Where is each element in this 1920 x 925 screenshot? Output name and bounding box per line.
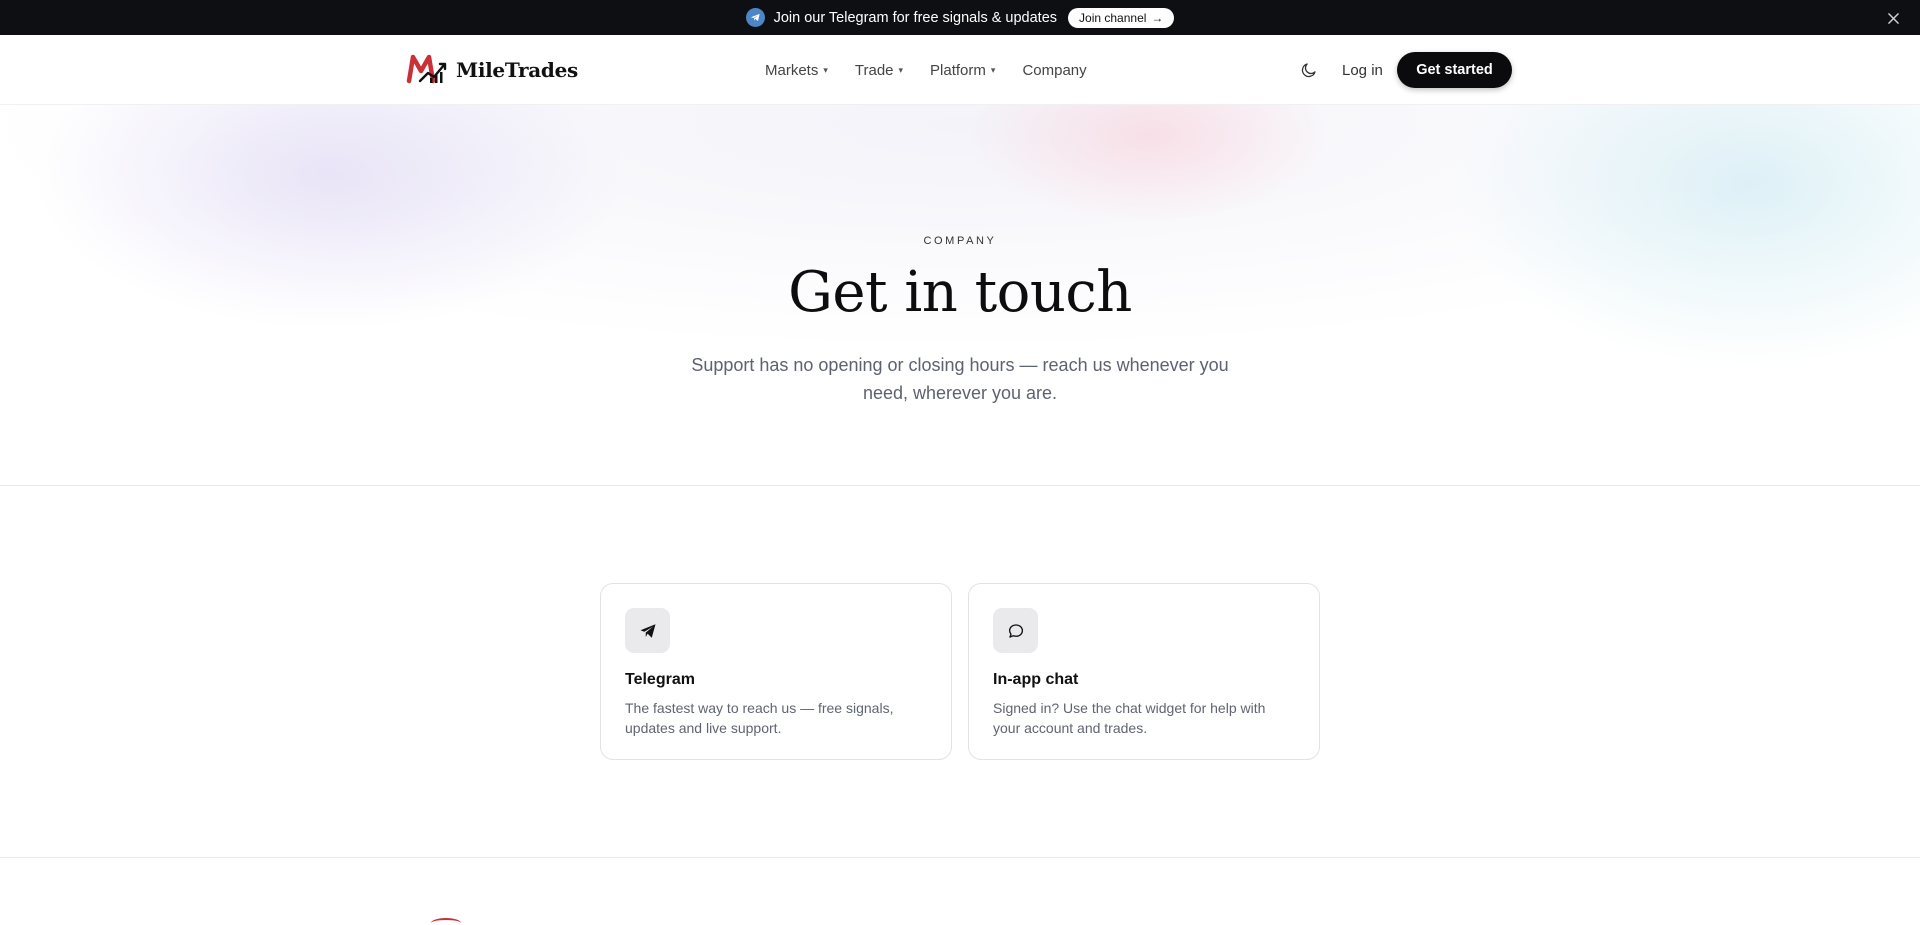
login-link[interactable]: Log in bbox=[1342, 35, 1383, 105]
join-channel-button[interactable]: Join channel → bbox=[1068, 7, 1175, 28]
card-title: Telegram bbox=[625, 671, 695, 688]
arrow-right-icon: → bbox=[1151, 10, 1164, 25]
join-channel-label: Join channel bbox=[1079, 10, 1147, 25]
telegram-icon bbox=[745, 8, 765, 27]
moon-icon[interactable] bbox=[1298, 59, 1320, 81]
brand-name: MileTrades bbox=[456, 58, 578, 82]
get-started-button[interactable]: Get started bbox=[1397, 52, 1512, 88]
nav-trade[interactable]: Trade ▾ bbox=[855, 62, 903, 79]
card-title: In-app chat bbox=[993, 671, 1079, 688]
chat-bubble-icon bbox=[993, 608, 1038, 653]
telegram-card[interactable]: Telegram The fastest way to reach us — f… bbox=[600, 583, 952, 760]
hero-subtitle: Support has no opening or closing hours … bbox=[691, 355, 1229, 403]
chevron-down-icon: ▾ bbox=[898, 64, 904, 75]
nav-markets-label: Markets bbox=[765, 61, 819, 79]
nav-company[interactable]: Company bbox=[1022, 62, 1086, 79]
card-description: Signed in? Use the chat widget for help … bbox=[993, 700, 1266, 736]
main-nav: Markets ▾ Trade ▾ Platform ▾ Company bbox=[765, 35, 1087, 105]
page-title: Get in touch bbox=[788, 260, 1132, 325]
nav-platform[interactable]: Platform ▾ bbox=[930, 62, 995, 79]
chevron-down-icon: ▾ bbox=[990, 64, 996, 75]
section-divider bbox=[0, 857, 1920, 858]
nav-trade-label: Trade bbox=[854, 61, 894, 79]
nav-platform-label: Platform bbox=[930, 61, 986, 79]
card-description: The fastest way to reach us — free signa… bbox=[625, 700, 894, 736]
footer-logo-icon bbox=[431, 918, 461, 925]
announcement-bar: Join our Telegram for free signals & upd… bbox=[0, 0, 1920, 35]
logo-mark-icon bbox=[406, 51, 448, 90]
close-icon[interactable] bbox=[1884, 9, 1902, 27]
nav-company-label: Company bbox=[1022, 61, 1087, 79]
site-header: MileTrades Markets ▾ Trade ▾ Platform ▾ … bbox=[0, 35, 1920, 105]
brand-logo[interactable]: MileTrades bbox=[406, 51, 578, 89]
contact-cards: Telegram The fastest way to reach us — f… bbox=[600, 583, 1320, 760]
announcement-text: Join our Telegram for free signals & upd… bbox=[773, 9, 1058, 26]
nav-markets[interactable]: Markets ▾ bbox=[765, 62, 828, 79]
hero-eyebrow: COMPANY bbox=[923, 235, 997, 247]
in-app-chat-card[interactable]: In-app chat Signed in? Use the chat widg… bbox=[968, 583, 1320, 760]
chevron-down-icon: ▾ bbox=[823, 64, 828, 75]
paper-plane-icon bbox=[625, 608, 670, 653]
hero-section: COMPANY Get in touch Support has no open… bbox=[0, 105, 1920, 486]
